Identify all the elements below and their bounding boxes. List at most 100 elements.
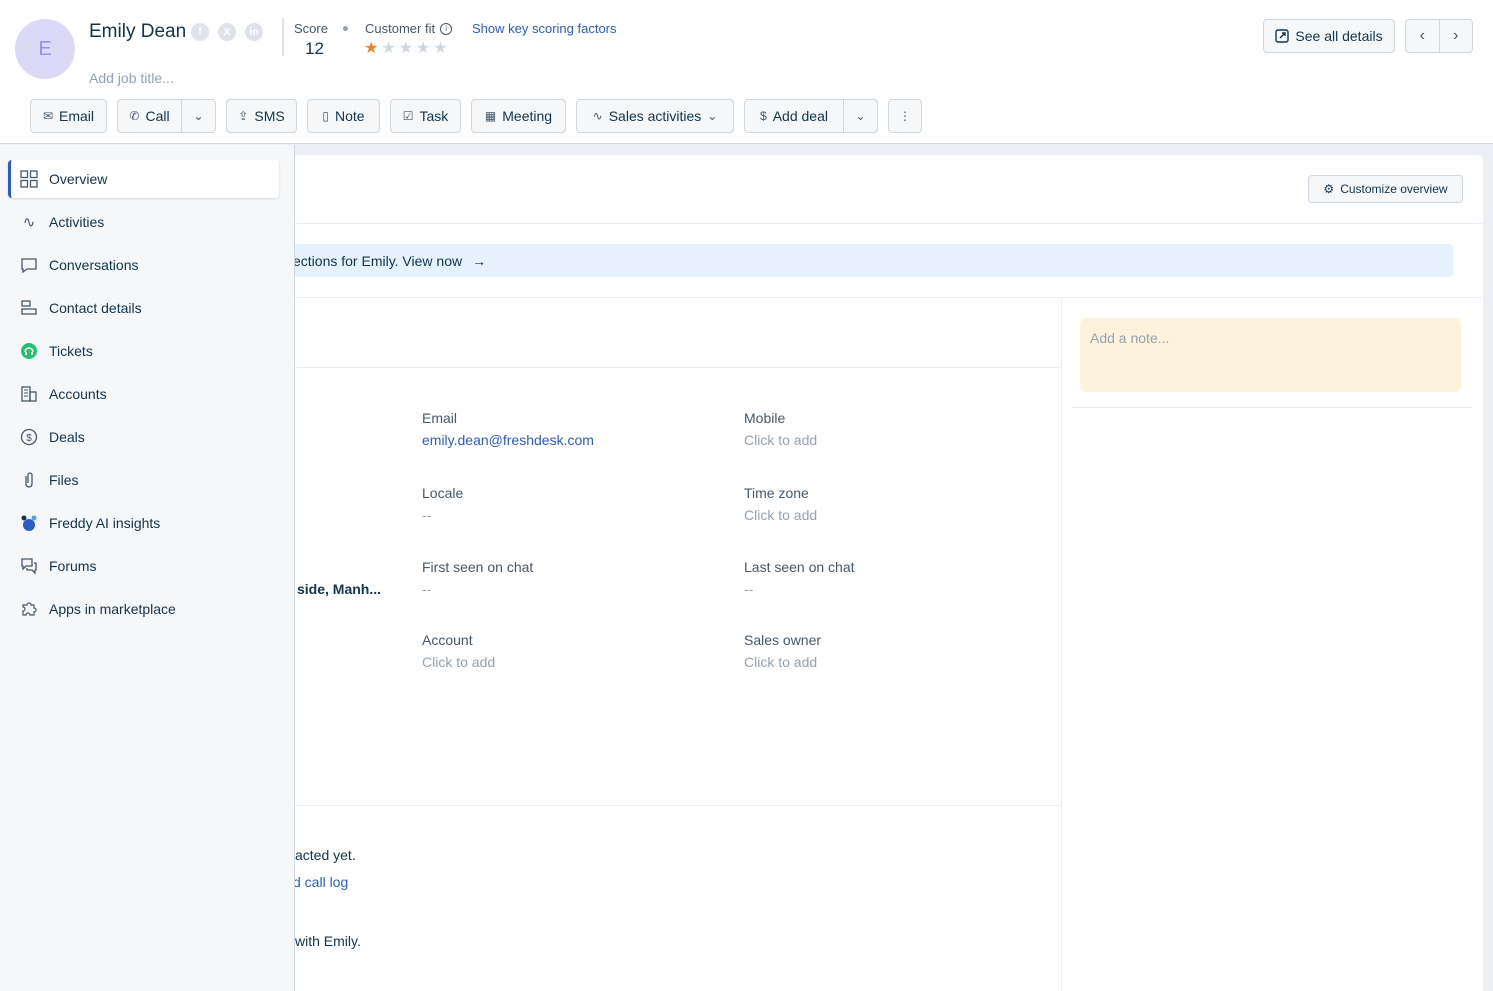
- sidebar-item-forums[interactable]: Forums: [8, 547, 279, 585]
- sales-activities-button[interactable]: ∿ Sales activities ⌄: [576, 99, 734, 133]
- chat-icon: [19, 256, 39, 274]
- more-actions-button[interactable]: ⋮: [888, 99, 922, 133]
- phone-icon: ✆: [129, 109, 140, 123]
- divider: [160, 223, 1483, 224]
- sms-label: SMS: [254, 108, 285, 124]
- chevron-down-icon: ⌄: [193, 109, 204, 123]
- address-value: side, Manh...: [297, 581, 382, 597]
- sidebar-item-files[interactable]: Files: [8, 461, 279, 499]
- timezone-value[interactable]: Click to add: [744, 507, 817, 523]
- record-navigation: ‹ ›: [1405, 19, 1473, 53]
- see-all-details-button[interactable]: See all details: [1263, 19, 1395, 53]
- action-toolbar: ✉ Email ✆ Call ⌄ ⇪ SMS ▯ Note ☑ Task ▦ Meeting…: [0, 99, 1493, 133]
- see-all-details-label: See all details: [1295, 28, 1383, 44]
- call-label: Call: [145, 108, 170, 124]
- activity-icon: ∿: [22, 214, 36, 231]
- mail-icon: ✉: [42, 109, 54, 123]
- calendar-icon: ▦: [484, 109, 497, 123]
- star-icon: ★: [416, 40, 431, 57]
- linkedin-icon[interactable]: in: [245, 23, 263, 41]
- add-call-log-link[interactable]: d call log: [293, 874, 348, 890]
- external-link-icon: [1275, 29, 1290, 43]
- sidebar-item-label: Freddy AI insights: [49, 515, 161, 531]
- contact-header: E Emily Dean f X in Add job title... Sco…: [0, 0, 1493, 144]
- sidebar-nav: Overview ∿ Activities Conversations Cont…: [0, 145, 295, 991]
- add-deal-label: Add deal: [772, 108, 828, 124]
- sidebar-item-apps-marketplace[interactable]: Apps in marketplace: [8, 590, 279, 628]
- divider: [160, 297, 1483, 298]
- paperclip-icon: [19, 471, 39, 489]
- locale-value[interactable]: --: [422, 507, 463, 523]
- sidebar-item-label: Accounts: [49, 386, 107, 402]
- sidebar-item-overview[interactable]: Overview: [8, 160, 279, 198]
- field-label: Sales owner: [744, 632, 822, 648]
- email-label: Email: [59, 108, 95, 124]
- email-value-link[interactable]: emily.dean@freshdesk.com: [422, 432, 594, 448]
- customize-overview-button[interactable]: ⚙ Customize overview: [1308, 175, 1463, 203]
- sales-owner-field: Sales owner Click to add: [744, 632, 821, 670]
- sms-icon: ⇪: [238, 109, 249, 123]
- star-icon: ★: [381, 40, 396, 57]
- sidebar-item-label: Overview: [49, 171, 108, 187]
- last-seen-value: --: [744, 581, 754, 597]
- add-deal-button[interactable]: $ Add deal: [744, 99, 844, 133]
- insights-banner[interactable]: ections for Emily. View now →: [160, 244, 1453, 277]
- info-icon[interactable]: i: [440, 22, 453, 35]
- forum-icon: [19, 557, 39, 575]
- gear-icon: ⚙: [1323, 182, 1335, 196]
- sidebar-item-accounts[interactable]: Accounts: [8, 375, 279, 413]
- add-note-input[interactable]: Add a note...: [1080, 318, 1461, 392]
- note-label: Note: [335, 108, 365, 124]
- field-label: First seen on chat: [422, 559, 534, 575]
- account-value[interactable]: Click to add: [422, 654, 495, 670]
- facebook-icon[interactable]: f: [191, 23, 209, 41]
- star-icon: ★: [398, 40, 414, 57]
- next-record-button[interactable]: ›: [1440, 20, 1473, 52]
- add-deal-dropdown[interactable]: ⌄: [843, 99, 878, 133]
- call-button[interactable]: ✆ Call: [117, 99, 182, 133]
- first-seen-field: First seen on chat --: [422, 559, 533, 597]
- locale-field: Locale --: [422, 485, 463, 523]
- activity-icon: ∿: [592, 109, 603, 123]
- task-button[interactable]: ☑ Task: [390, 99, 461, 133]
- star-icon: ★: [364, 40, 379, 57]
- email-button[interactable]: ✉ Email: [30, 99, 107, 133]
- sidebar-item-deals[interactable]: $ Deals: [8, 418, 279, 456]
- note-button[interactable]: ▯ Note: [307, 99, 380, 133]
- field-label: Email: [422, 410, 458, 426]
- sms-button[interactable]: ⇪ SMS: [226, 99, 297, 133]
- customer-fit-text: Customer fit: [365, 21, 436, 36]
- customize-overview-label: Customize overview: [1340, 182, 1448, 196]
- sidebar-item-label: Forums: [49, 558, 97, 574]
- social-links: f X in: [191, 23, 263, 41]
- sidebar-item-label: Deals: [49, 429, 85, 445]
- task-label: Task: [419, 108, 449, 124]
- sidebar-item-contact-details[interactable]: Contact details: [8, 289, 279, 327]
- divider: [1072, 407, 1472, 408]
- divider: [160, 805, 1061, 806]
- no-meetings-text: with Emily.: [295, 933, 361, 949]
- sidebar-item-label: Files: [49, 472, 79, 488]
- overview-panel: ⚙ Customize overview ections for Emily. …: [160, 155, 1483, 991]
- mobile-value[interactable]: Click to add: [744, 432, 817, 448]
- key-scoring-factors-link[interactable]: Show key scoring factors: [472, 21, 617, 36]
- job-title-input[interactable]: Add job title...: [89, 70, 174, 86]
- field-label: Mobile: [744, 410, 786, 426]
- score-value: 12: [305, 39, 324, 58]
- sidebar-item-freddy-ai[interactable]: Freddy AI insights: [8, 504, 279, 542]
- dollar-icon: $: [19, 428, 39, 446]
- chevron-down-icon: ⌄: [707, 109, 718, 123]
- previous-record-button[interactable]: ‹: [1406, 20, 1440, 52]
- first-seen-value: --: [422, 581, 432, 597]
- call-options-dropdown[interactable]: ⌄: [181, 99, 216, 133]
- sidebar-item-conversations[interactable]: Conversations: [8, 246, 279, 284]
- sidebar-item-activities[interactable]: ∿ Activities: [8, 203, 279, 241]
- sidebar-item-tickets[interactable]: Tickets: [8, 332, 279, 370]
- sales-owner-value[interactable]: Click to add: [744, 654, 821, 670]
- separator-dot: [343, 26, 348, 31]
- meeting-button[interactable]: ▦ Meeting: [471, 99, 566, 133]
- twitter-x-icon[interactable]: X: [218, 23, 236, 41]
- field-label: Last seen on chat: [744, 559, 855, 575]
- chevron-down-icon: ⌄: [855, 109, 866, 123]
- account-field: Account Click to add: [422, 632, 495, 670]
